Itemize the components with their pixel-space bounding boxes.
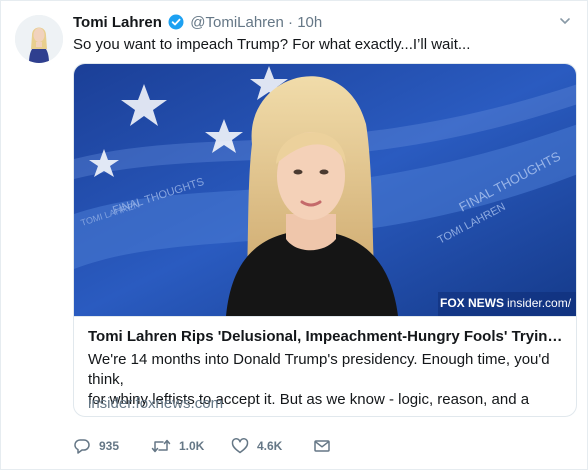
like-count: 4.6K — [257, 439, 283, 453]
timestamp[interactable]: 10h — [297, 14, 322, 31]
separator-dot: · — [288, 14, 294, 31]
link-card[interactable]: FINAL THOUGHTS TOMI LAHREN FINAL THOUGHT… — [73, 63, 577, 417]
tweet-actions: 935 1.0K 4.6K — [73, 436, 473, 456]
verified-badge-icon — [168, 14, 184, 30]
like-button[interactable]: 4.6K — [231, 436, 282, 456]
chevron-down-icon[interactable] — [559, 15, 571, 27]
tweet[interactable]: Tomi Lahren @TomiLahren · 10h So you wan… — [0, 0, 588, 470]
card-title[interactable]: Tomi Lahren Rips 'Delusional, Impeachmen… — [88, 327, 564, 347]
reply-button[interactable]: 935 — [73, 436, 119, 456]
tweet-header: Tomi Lahren @TomiLahren · 10h — [73, 13, 322, 33]
card-description-line: We're 14 months into Donald Trump's pres… — [88, 351, 550, 388]
avatar-image — [15, 15, 63, 63]
avatar[interactable] — [15, 15, 63, 63]
retweet-button[interactable]: 1.0K — [151, 436, 204, 456]
author-name[interactable]: Tomi Lahren — [73, 14, 162, 31]
card-image[interactable]: FINAL THOUGHTS TOMI LAHREN FINAL THOUGHT… — [74, 64, 576, 316]
card-domain[interactable]: insider.foxnews.com — [88, 394, 223, 414]
card-body[interactable]: Tomi Lahren Rips 'Delusional, Impeachmen… — [74, 316, 576, 416]
tweet-text: So you want to impeach Trump? For what e… — [73, 36, 471, 53]
heart-icon — [231, 438, 249, 454]
direct-message-button[interactable] — [313, 436, 339, 456]
retweet-icon — [151, 439, 171, 453]
author-handle[interactable]: @TomiLahren — [190, 14, 284, 31]
reply-count: 935 — [99, 439, 120, 453]
card-thumbnail: FINAL THOUGHTS TOMI LAHREN FINAL THOUGHT… — [74, 64, 576, 316]
retweet-count: 1.0K — [179, 439, 205, 453]
envelope-icon — [314, 440, 330, 452]
reply-icon — [74, 439, 90, 454]
